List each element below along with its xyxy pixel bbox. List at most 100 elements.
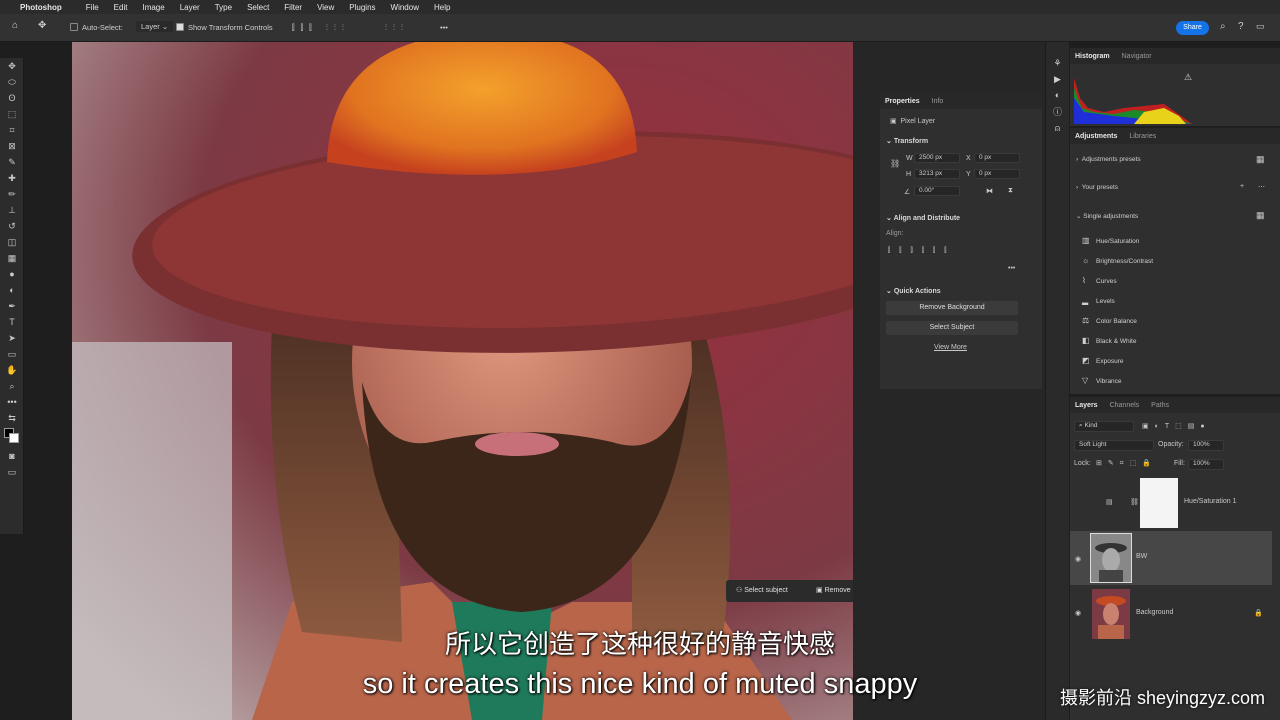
tab-libraries[interactable]: Libraries xyxy=(1129,133,1156,140)
fill-field[interactable]: 100% xyxy=(1188,459,1224,470)
width-field[interactable]: 2500 px xyxy=(914,153,960,163)
person-icon[interactable]: ⍝ xyxy=(1046,123,1069,134)
tab-paths[interactable]: Paths xyxy=(1151,402,1169,409)
menu-help[interactable]: Help xyxy=(434,3,450,12)
angle-field[interactable]: 0.00° xyxy=(914,186,960,196)
align-section[interactable]: ⌄ Align and Distribute xyxy=(886,214,960,222)
more-options-icon[interactable]: ••• xyxy=(440,23,448,32)
warning-icon[interactable]: ⚠ xyxy=(1184,72,1192,83)
path-select-tool-icon[interactable]: ➤ xyxy=(0,330,24,346)
play-actions-icon[interactable]: ▶ xyxy=(1046,74,1069,85)
single-adjustments[interactable]: ⌄ Single adjustments xyxy=(1076,212,1138,220)
flip-vertical-icon[interactable]: ⧗ xyxy=(1008,187,1013,195)
menu-type[interactable]: Type xyxy=(215,3,232,12)
more-tools-icon[interactable]: ••• xyxy=(0,394,24,410)
visibility-icon[interactable]: ◉ xyxy=(1075,609,1081,617)
align-icons[interactable]: ⫿⫿⫿⫿⫿⫿ xyxy=(888,247,955,255)
type-tool-icon[interactable]: T xyxy=(0,314,24,330)
align-buttons[interactable]: ⫿⫿⫿ ⫶⫶⫶ xyxy=(292,23,350,33)
layer-filter-dropdown[interactable]: ⌕ Kind xyxy=(1074,421,1134,432)
menu-image[interactable]: Image xyxy=(142,3,164,12)
layer-row[interactable]: ▤ ⛓ Hue/Saturation 1 xyxy=(1070,476,1272,530)
color-swatches[interactable] xyxy=(0,426,24,448)
hand-tool-icon[interactable]: ✋ xyxy=(0,362,24,378)
history-brush-icon[interactable]: ↺ xyxy=(0,218,24,234)
adjustment-levels[interactable]: ▂ Levels xyxy=(1082,296,1115,305)
select-subject-button[interactable]: Select Subject xyxy=(886,321,1018,335)
info-icon[interactable]: ⓘ xyxy=(1046,105,1069,118)
help-icon[interactable]: ? xyxy=(1238,21,1244,32)
show-transform-checkbox[interactable]: Show Transform Controls xyxy=(176,23,273,32)
tab-histogram[interactable]: Histogram xyxy=(1075,53,1110,60)
grid-view-icon[interactable]: ▦ xyxy=(1256,210,1265,221)
tab-channels[interactable]: Channels xyxy=(1110,402,1140,409)
quick-mask-icon[interactable]: ◙ xyxy=(0,448,24,464)
brush-settings-icon[interactable]: ⚘ xyxy=(1046,58,1069,69)
adjustment-vibrance[interactable]: ▽ Vibrance xyxy=(1082,376,1122,385)
adjustments-presets[interactable]: › Adjustments presets xyxy=(1076,156,1141,163)
more-icon[interactable]: ⋯ xyxy=(1258,183,1265,191)
select-subject-button[interactable]: ⚇ Select subject xyxy=(736,586,788,594)
tab-info[interactable]: Info xyxy=(932,98,944,105)
tab-properties[interactable]: Properties xyxy=(885,98,920,105)
pen-tool-icon[interactable]: ✒ xyxy=(0,298,24,314)
blend-mode-dropdown[interactable]: Soft Light xyxy=(1074,440,1154,451)
menu-edit[interactable]: Edit xyxy=(114,3,128,12)
auto-select-checkbox[interactable]: Auto-Select: xyxy=(70,23,123,32)
crop-tool-icon[interactable]: ⌗ xyxy=(0,122,24,138)
shape-tool-icon[interactable]: ▭ xyxy=(0,346,24,362)
menu-view[interactable]: View xyxy=(317,3,334,12)
search-icon[interactable]: ⌕ xyxy=(1220,21,1226,32)
lasso-tool-icon[interactable]: ʘ xyxy=(0,90,24,106)
stamp-tool-icon[interactable]: ⊥ xyxy=(0,202,24,218)
app-menu[interactable]: Photoshop xyxy=(20,3,62,12)
move-tool-icon[interactable]: ✥ xyxy=(0,58,24,74)
adjustment-color-balance[interactable]: ⚖ Color Balance xyxy=(1082,316,1137,325)
lock-icons[interactable]: ⊞✎⌗⬚🔒 xyxy=(1096,459,1157,468)
brush-tool-icon[interactable]: ✏ xyxy=(0,186,24,202)
visibility-icon[interactable]: ◉ xyxy=(1075,555,1081,563)
menu-select[interactable]: Select xyxy=(247,3,269,12)
marquee-tool-icon[interactable]: ⬭ xyxy=(0,74,24,90)
your-presets[interactable]: › Your presets xyxy=(1076,184,1118,191)
opacity-field[interactable]: 100% xyxy=(1188,440,1224,451)
adjustment-black-white[interactable]: ◧ Black & White xyxy=(1082,336,1136,345)
view-more-link[interactable]: View More xyxy=(934,344,967,351)
adjustment-curves[interactable]: ⌇ Curves xyxy=(1082,276,1117,285)
tab-layers[interactable]: Layers xyxy=(1075,402,1098,409)
default-colors-icon[interactable]: ⇆ xyxy=(0,410,24,426)
height-field[interactable]: 3213 px xyxy=(914,169,960,179)
grid-view-icon[interactable]: ▦ xyxy=(1256,154,1265,165)
auto-select-dropdown[interactable]: Layer ⌄ xyxy=(136,21,174,32)
flip-horizontal-icon[interactable]: ⧓ xyxy=(986,187,993,195)
y-field[interactable]: 0 px xyxy=(974,169,1020,179)
menu-file[interactable]: File xyxy=(86,3,99,12)
healing-tool-icon[interactable]: ✚ xyxy=(0,170,24,186)
move-tool-icon[interactable]: ✥ xyxy=(38,20,46,31)
link-icon[interactable]: ⛓ xyxy=(890,159,900,168)
dodge-tool-icon[interactable]: ◐ xyxy=(0,282,24,298)
adjustment-brightness-contrast[interactable]: ☼ Brightness/Contrast xyxy=(1082,256,1153,265)
filter-icons[interactable]: ▣◐T⬚▤● xyxy=(1142,422,1211,430)
share-button[interactable]: Share xyxy=(1176,21,1209,35)
more-align-icon[interactable]: ••• xyxy=(1008,265,1015,272)
adjustment-exposure[interactable]: ◩ Exposure xyxy=(1082,356,1123,365)
home-icon[interactable]: ⌂ xyxy=(12,20,18,31)
workspace-icon[interactable]: ▭ xyxy=(1256,21,1265,32)
eraser-tool-icon[interactable]: ◫ xyxy=(0,234,24,250)
frame-tool-icon[interactable]: ⊠ xyxy=(0,138,24,154)
menu-window[interactable]: Window xyxy=(391,3,419,12)
remove-background-button[interactable]: Remove Background xyxy=(886,301,1018,315)
add-preset-icon[interactable]: + xyxy=(1240,183,1244,190)
blur-tool-icon[interactable]: ● xyxy=(0,266,24,282)
gradient-tool-icon[interactable]: ▦ xyxy=(0,250,24,266)
menu-layer[interactable]: Layer xyxy=(180,3,200,12)
tab-navigator[interactable]: Navigator xyxy=(1122,53,1152,60)
screen-mode-icon[interactable]: ▭ xyxy=(0,464,24,480)
object-select-tool-icon[interactable]: ⬚ xyxy=(0,106,24,122)
transform-section[interactable]: ⌄ Transform xyxy=(886,137,928,145)
adjust-panel-icon[interactable]: ◐ xyxy=(1046,90,1069,100)
adjustment-hue-saturation[interactable]: ▥ Hue/Saturation xyxy=(1082,236,1139,245)
document-canvas[interactable] xyxy=(72,42,853,720)
quick-actions-section[interactable]: ⌄ Quick Actions xyxy=(886,287,941,295)
